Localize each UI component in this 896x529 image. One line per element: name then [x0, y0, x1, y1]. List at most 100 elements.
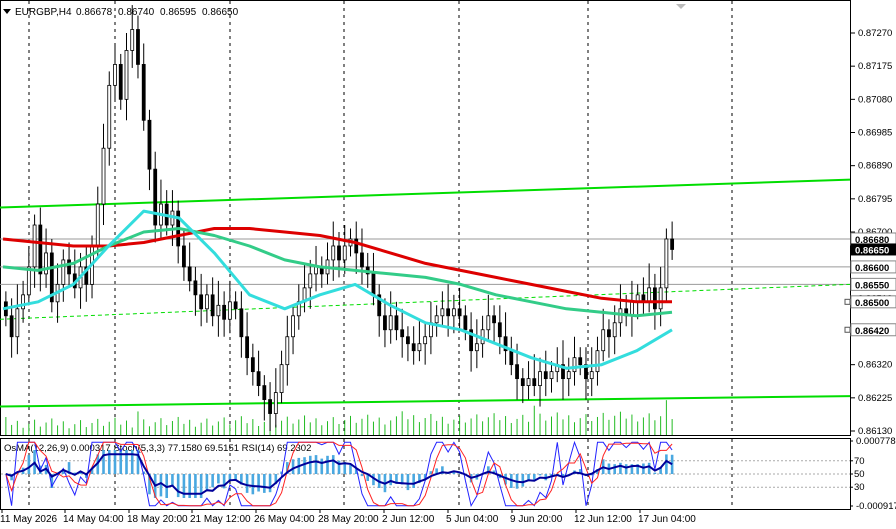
- y-tick-label: 0.87080: [858, 94, 892, 105]
- candle-down: [136, 29, 140, 65]
- candle-up: [572, 357, 577, 373]
- candle-down: [578, 357, 583, 366]
- candle-up: [423, 336, 428, 345]
- candle-up: [566, 371, 571, 380]
- x-tick-label: 21 May 12:00: [190, 514, 251, 525]
- price-marker-label: 0.86500: [855, 298, 889, 309]
- candle-up: [44, 252, 48, 275]
- candle-up: [664, 238, 669, 289]
- candle-down: [250, 357, 255, 373]
- y-tick-label: 0.86795: [858, 194, 892, 205]
- osma-bar: [102, 450, 105, 474]
- candle-up: [618, 308, 623, 324]
- ohlc-high: 0.86740: [118, 7, 155, 18]
- candle-up: [308, 273, 313, 289]
- candle-down: [383, 315, 387, 331]
- candle-up: [538, 371, 542, 387]
- candle-down: [210, 294, 215, 317]
- osma-bar: [331, 455, 335, 474]
- chart-title: EURGBP,H4: [15, 7, 72, 18]
- x-tick-label: 11 May 2026: [0, 514, 58, 525]
- candle-up: [21, 294, 26, 310]
- osma-bar: [360, 474, 364, 477]
- osma-bar: [389, 474, 392, 486]
- x-tick-label: 5 Jun 04:00: [446, 514, 499, 525]
- y-tick-label: 0.87175: [858, 61, 892, 72]
- candle-down: [337, 245, 341, 261]
- ohlc-close: 0.86650: [202, 7, 239, 18]
- candle-down: [153, 168, 158, 226]
- candle-down: [371, 273, 376, 296]
- candle-down: [411, 343, 416, 352]
- x-tick-label: 9 Jun 20:00: [510, 514, 563, 525]
- candle-down: [222, 304, 227, 320]
- osma-bar: [268, 474, 272, 493]
- candle-down: [607, 329, 611, 338]
- price-marker-label: 0.86600: [855, 263, 889, 274]
- candle-down: [199, 294, 204, 310]
- candle-up: [342, 245, 347, 261]
- x-tick-label: 18 May 20:00: [127, 514, 188, 525]
- osma-bar: [308, 455, 312, 474]
- candle-down: [532, 378, 537, 387]
- candle-up: [216, 304, 221, 317]
- candle-down: [520, 378, 525, 387]
- candle-down: [141, 64, 146, 121]
- x-tick-label: 2 Jun 12:00: [382, 514, 435, 525]
- candle-down: [492, 315, 496, 324]
- candle-up: [204, 294, 209, 310]
- osma-bar: [653, 472, 657, 474]
- candle-up: [279, 364, 284, 393]
- y-tick-label: 0.86890: [858, 161, 892, 172]
- candle-down: [182, 245, 186, 268]
- candle-down: [147, 119, 152, 170]
- candle-up: [526, 378, 531, 387]
- candle-up: [589, 371, 594, 380]
- candle-down: [406, 336, 410, 345]
- x-tick-label: 17 Jun 04:00: [638, 514, 696, 525]
- osma-bar: [532, 474, 536, 480]
- indicator-tick-label: 30: [854, 482, 865, 493]
- candle-down: [268, 399, 272, 414]
- candle-down: [187, 266, 192, 282]
- osma-bar: [412, 474, 415, 488]
- x-tick-label: 28 May 20:00: [318, 514, 379, 525]
- candle-up: [647, 287, 652, 303]
- osma-bar: [647, 462, 651, 474]
- osma-bar: [619, 462, 622, 474]
- candle-down: [360, 252, 364, 268]
- osma-bar: [257, 474, 260, 492]
- candle-up: [130, 29, 135, 51]
- candle-down: [193, 280, 198, 296]
- osma-bar: [349, 464, 352, 474]
- candle-down: [38, 224, 43, 275]
- osma-bar: [538, 474, 542, 476]
- candle-down: [670, 238, 675, 250]
- osma-bar: [159, 474, 163, 497]
- osma-bar: [521, 474, 525, 487]
- price-chart[interactable]: OsMA(12,26,9) 0.000317 Stoch(5,3,3) 77.1…: [0, 0, 896, 529]
- osma-bar: [211, 474, 214, 488]
- candle-up: [95, 203, 100, 247]
- price-marker-handle: [844, 298, 851, 305]
- y-tick-label: 0.86130: [858, 426, 892, 437]
- candle-down: [457, 308, 462, 317]
- candle-up: [32, 224, 37, 268]
- indicator-tick-label: -0.000917: [856, 501, 896, 512]
- candle-up: [291, 315, 295, 338]
- candle-up: [486, 315, 491, 331]
- y-tick-label: 0.86225: [858, 393, 892, 404]
- indicator-tick-label: 70: [854, 456, 865, 467]
- price-marker-label: 0.86550: [855, 280, 889, 291]
- candle-up: [434, 315, 439, 324]
- osma-bar: [176, 474, 180, 498]
- candle-down: [245, 336, 250, 359]
- osma-bar: [27, 455, 31, 474]
- current-price-label: 0.86650: [855, 245, 889, 256]
- candle-down: [515, 364, 519, 380]
- osma-bar: [624, 464, 628, 474]
- candle-up: [285, 336, 290, 366]
- x-tick-label: 12 Jun 12:00: [574, 514, 632, 525]
- candle-down: [497, 322, 502, 338]
- candle-down: [256, 371, 261, 387]
